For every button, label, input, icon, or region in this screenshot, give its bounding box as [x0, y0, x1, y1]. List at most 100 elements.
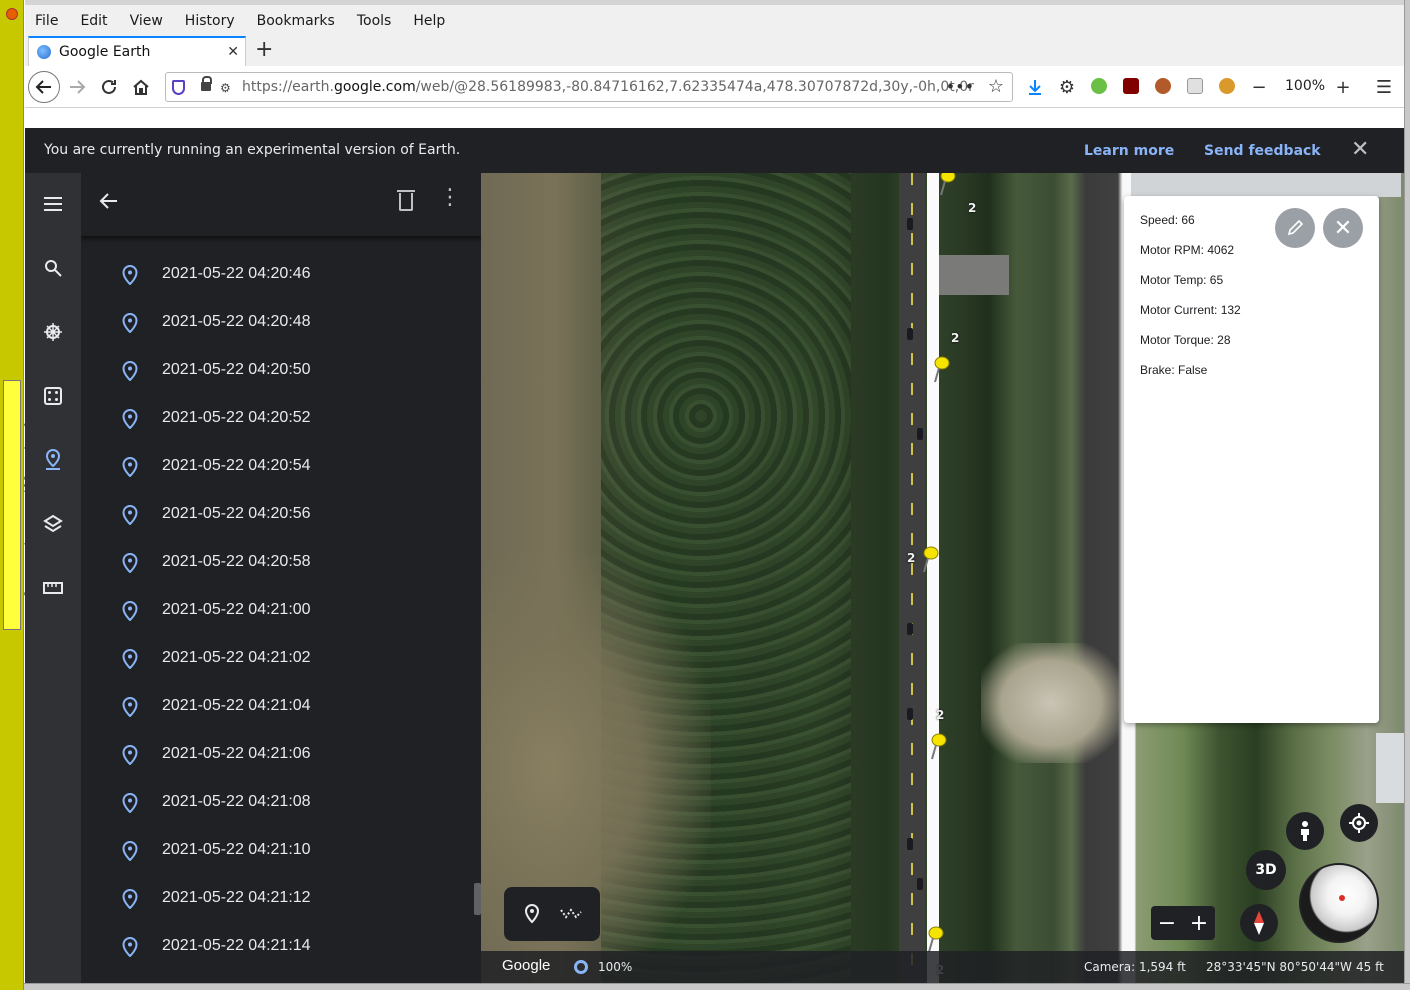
url-bar[interactable]: ⚙ https://earth.google.com/web/@28.56189… — [165, 72, 1013, 102]
page-actions-icon[interactable]: ••• — [946, 77, 974, 96]
list-item[interactable]: 2021-05-22 04:20:52 — [81, 395, 481, 443]
card-close-button[interactable]: ✕ — [1323, 208, 1363, 248]
list-item[interactable]: 2021-05-22 04:20:54 — [81, 443, 481, 491]
trash-icon[interactable] — [397, 190, 415, 211]
monkey-extension-icon[interactable] — [1219, 78, 1235, 94]
reload-button[interactable] — [95, 73, 123, 101]
home-button[interactable] — [127, 73, 155, 101]
zoom-in-button[interactable]: + — [1329, 73, 1357, 101]
yellow-pushpin-icon[interactable] — [936, 173, 958, 197]
compass-button[interactable] — [1240, 904, 1278, 942]
menu-bookmarks[interactable]: Bookmarks — [257, 13, 335, 29]
map-zoom-in-button[interactable]: + — [1190, 911, 1208, 936]
list-item[interactable]: 2021-05-22 04:20:56 — [81, 491, 481, 539]
lock-icon[interactable] — [201, 76, 212, 91]
banner-message: You are currently running an experimenta… — [44, 142, 461, 158]
list-item[interactable]: 2021-05-22 04:20:46 — [81, 251, 481, 299]
my-location-button[interactable] — [1340, 804, 1378, 842]
placemark-list-panel: 2021-05-22 04:20:46 2021-05-22 04:20:48 20… — [81, 173, 481, 983]
url-text[interactable]: https://earth.google.com/web/@28.5618998… — [242, 79, 974, 95]
main-menu-icon[interactable] — [39, 190, 67, 218]
ruler-icon — [43, 582, 63, 594]
zoom-out-button[interactable]: − — [1245, 73, 1273, 101]
yellow-pushpin-icon[interactable] — [924, 924, 946, 954]
list-item[interactable]: 2021-05-22 04:20:50 — [81, 347, 481, 395]
tab-close-icon[interactable]: ✕ — [227, 44, 239, 60]
menu-tools[interactable]: Tools — [357, 13, 392, 29]
track-label: 2 — [968, 201, 977, 215]
zoom-level[interactable]: 100% — [1285, 78, 1325, 94]
panel-back-button[interactable] — [99, 189, 119, 217]
list-item[interactable]: 2021-05-22 04:21:06 — [81, 731, 481, 779]
menu-help[interactable]: Help — [413, 13, 445, 29]
list-item[interactable]: 2021-05-22 04:21:10 — [81, 827, 481, 875]
car — [907, 838, 913, 850]
scale-readout[interactable]: 45 ft — [1356, 960, 1384, 974]
clipboard-extension-icon[interactable] — [1187, 78, 1203, 94]
list-item[interactable]: 2021-05-22 04:20:58 — [81, 539, 481, 587]
url-domain: google.com — [333, 79, 416, 95]
panel-resize-handle[interactable] — [474, 883, 481, 915]
menu-file[interactable]: File — [35, 13, 58, 29]
ublock-origin-icon[interactable] — [1123, 78, 1139, 94]
placemark-pin-icon — [122, 265, 138, 285]
menu-edit[interactable]: Edit — [80, 13, 107, 29]
yellow-pushpin-icon[interactable] — [930, 354, 952, 384]
list-item-label: 2021-05-22 04:20:46 — [162, 265, 311, 282]
pencil-icon — [1287, 219, 1304, 236]
hamburger-menu-icon[interactable]: ☰ — [1370, 73, 1398, 101]
bookmark-star-icon[interactable]: ☆ — [988, 76, 1004, 97]
learn-more-link[interactable]: Learn more — [1084, 143, 1174, 159]
menu-view[interactable]: View — [130, 13, 163, 29]
globe-overview-icon[interactable] — [1299, 863, 1379, 943]
yellow-pushpin-icon[interactable] — [927, 731, 949, 761]
list-item[interactable]: 2021-05-22 04:21:00 — [81, 587, 481, 635]
window-title: Google Earth - Mozilla Firefox — [3, 380, 37, 630]
feeling-lucky-icon[interactable] — [39, 382, 67, 410]
back-button[interactable] — [28, 71, 60, 103]
list-item[interactable]: 2021-05-22 04:21:12 — [81, 875, 481, 923]
send-feedback-link[interactable]: Send feedback — [1204, 143, 1321, 159]
list-item[interactable]: 2021-05-22 04:20:48 — [81, 299, 481, 347]
map-zoom-out-button[interactable]: − — [1158, 911, 1176, 936]
toggle-3d-button[interactable]: 3D — [1246, 850, 1286, 890]
projects-icon[interactable] — [39, 446, 67, 474]
clearing-area — [981, 643, 1121, 763]
list-item[interactable]: 2021-05-22 04:21:08 — [81, 779, 481, 827]
extension-green-icon[interactable] — [1091, 78, 1107, 94]
downloads-button[interactable] — [1021, 73, 1049, 101]
placemark-pin-icon — [122, 601, 138, 621]
map-style-icon[interactable] — [39, 510, 67, 538]
new-tab-button[interactable]: + — [255, 39, 273, 61]
draw-path-button[interactable] — [560, 903, 582, 925]
pegman-button[interactable] — [1286, 812, 1324, 850]
menu-history[interactable]: History — [185, 13, 235, 29]
forward-button[interactable] — [63, 73, 91, 101]
dice-icon — [44, 387, 62, 405]
map-tools — [504, 887, 600, 941]
list-item[interactable]: 2021-05-22 04:21:02 — [81, 635, 481, 683]
camera-altitude: Camera: 1,594 ft — [1084, 960, 1186, 974]
measure-icon[interactable] — [39, 574, 67, 602]
tracking-protection-shield-icon[interactable] — [172, 80, 185, 95]
search-icon[interactable] — [39, 254, 67, 282]
settings-extension-button[interactable]: ⚙ — [1053, 73, 1081, 101]
firefox-icon — [6, 8, 18, 20]
voyager-icon[interactable] — [39, 318, 67, 346]
list-item-label: 2021-05-22 04:21:08 — [162, 793, 311, 810]
map-pin-icon — [45, 449, 61, 470]
car — [907, 328, 913, 340]
list-item[interactable]: 2021-05-22 04:21:14 — [81, 923, 481, 971]
permissions-icon[interactable]: ⚙ — [220, 81, 231, 95]
edit-button[interactable] — [1275, 208, 1315, 248]
list-item[interactable]: 2021-05-22 04:21:04 — [81, 683, 481, 731]
ship-wheel-icon — [44, 323, 62, 341]
cookie-extension-icon[interactable] — [1155, 78, 1171, 94]
yellow-pushpin-icon[interactable] — [919, 544, 941, 574]
add-placemark-button[interactable] — [521, 903, 543, 925]
placemark-pin-icon — [122, 745, 138, 765]
more-options-icon[interactable]: ⋮ — [439, 187, 461, 209]
banner-close-icon[interactable]: ✕ — [1351, 137, 1369, 162]
tab-google-earth[interactable]: Google Earth ✕ — [28, 36, 246, 66]
zoom-controls: − + — [1151, 906, 1215, 940]
